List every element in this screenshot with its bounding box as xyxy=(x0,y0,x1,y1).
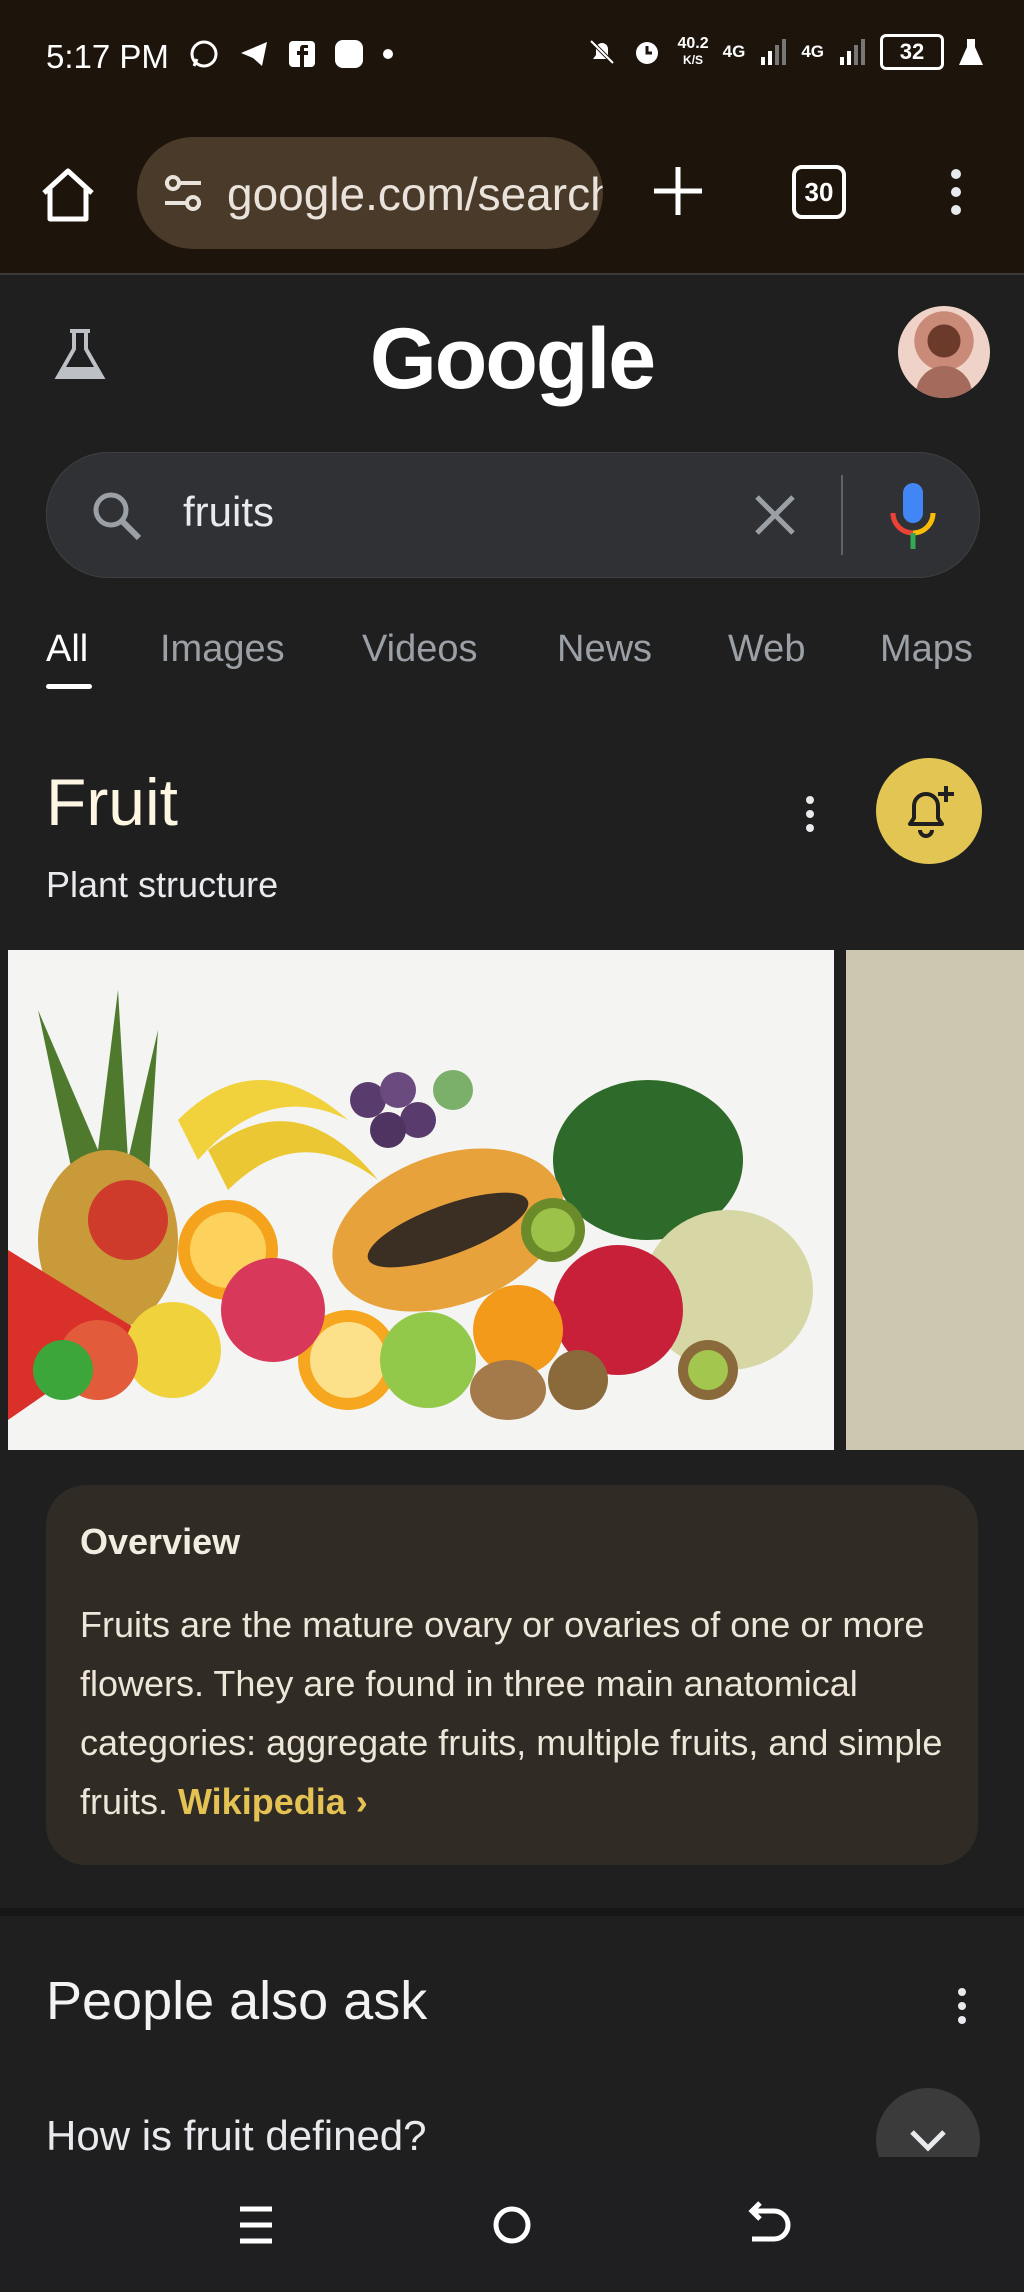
recent-apps-icon[interactable] xyxy=(226,2197,286,2253)
system-icons: 40.2 K/S 4G 4G 32 xyxy=(587,34,984,70)
alarm-icon xyxy=(636,42,659,64)
net-speed-value: 40.2 xyxy=(677,35,709,52)
clear-search-icon[interactable] xyxy=(747,487,803,543)
tab-all[interactable]: All xyxy=(46,628,88,671)
mute-bell-icon xyxy=(590,39,615,65)
tab-news[interactable]: News xyxy=(557,628,652,671)
active-tab-indicator xyxy=(46,684,92,689)
battery-icon: 32 xyxy=(880,34,944,70)
new-tab-icon[interactable] xyxy=(650,163,706,219)
home-icon[interactable] xyxy=(38,165,98,225)
overview-heading: Overview xyxy=(80,1521,241,1562)
notification-icons xyxy=(188,38,394,70)
knowledge-panel-title: Fruit xyxy=(46,765,178,839)
voice-search-mic-icon[interactable] xyxy=(883,479,943,553)
tab-web[interactable]: Web xyxy=(728,628,805,671)
knowledge-panel-subtitle: Plant structure xyxy=(46,864,279,905)
status-time: 5:17 PM xyxy=(46,38,169,75)
search-input[interactable]: fruits xyxy=(183,488,274,536)
account-avatar[interactable] xyxy=(898,306,990,398)
secondary-image[interactable] xyxy=(846,950,1024,1450)
app-icon xyxy=(335,40,363,68)
back-icon[interactable] xyxy=(738,2197,798,2253)
fruit-image[interactable] xyxy=(8,950,834,1450)
system-navigation-bar xyxy=(0,2157,1024,2292)
status-bar: 5:17 PM 40.2 K/S 4G 4G 32 xyxy=(0,0,1024,115)
signal-icon-2 xyxy=(840,39,865,65)
telegram-icon xyxy=(241,42,267,66)
chevron-down-icon xyxy=(910,2130,946,2152)
home-nav-icon[interactable] xyxy=(482,2197,542,2253)
site-settings-icon[interactable] xyxy=(161,173,205,213)
tab-maps[interactable]: Maps xyxy=(880,628,973,671)
overview-card: Overview Fruits are the mature ovary or … xyxy=(46,1485,978,1865)
signal-icon xyxy=(761,39,787,65)
search-divider xyxy=(841,475,843,555)
tab-switcher-button[interactable]: 30 xyxy=(792,165,846,219)
people-also-ask-more-icon[interactable] xyxy=(952,1982,972,2026)
labs-flask-status-icon xyxy=(959,39,983,65)
people-also-ask-title: People also ask xyxy=(46,1971,428,2031)
address-bar[interactable]: google.com/search?q=fruits xyxy=(137,137,603,249)
search-tabs: All Images Videos News Web Maps xyxy=(0,620,1024,700)
follow-topic-button[interactable] xyxy=(876,758,982,864)
whatsapp-icon xyxy=(190,40,218,68)
search-icon xyxy=(93,492,142,541)
more-notifications-dot-icon xyxy=(383,49,393,59)
overview-text-block: Fruits are the mature ovary or ovaries o… xyxy=(80,1595,950,1831)
network-type-1: 4G xyxy=(722,42,746,61)
paa-question[interactable]: How is fruit defined? xyxy=(46,2112,427,2160)
tab-images[interactable]: Images xyxy=(160,628,285,671)
url-text[interactable]: google.com/search?q=fruits xyxy=(227,167,603,221)
bell-plus-icon xyxy=(908,786,954,838)
search-box[interactable]: fruits xyxy=(46,452,980,578)
section-separator xyxy=(0,1908,1024,1916)
knowledge-panel-more-icon[interactable] xyxy=(800,790,820,834)
fruit-illustration xyxy=(8,950,834,1450)
facebook-icon xyxy=(289,41,315,67)
google-logo: Google xyxy=(369,311,656,407)
tab-videos[interactable]: Videos xyxy=(362,628,478,671)
wikipedia-link[interactable]: Wikipedia › xyxy=(178,1781,368,1822)
browser-toolbar: google.com/search?q=fruits 30 xyxy=(0,115,1024,275)
network-speed: 40.2 K/S xyxy=(677,36,708,68)
net-speed-unit: K/S xyxy=(683,53,704,67)
browser-menu-icon[interactable] xyxy=(944,165,968,225)
network-type-2: 4G xyxy=(801,42,824,61)
